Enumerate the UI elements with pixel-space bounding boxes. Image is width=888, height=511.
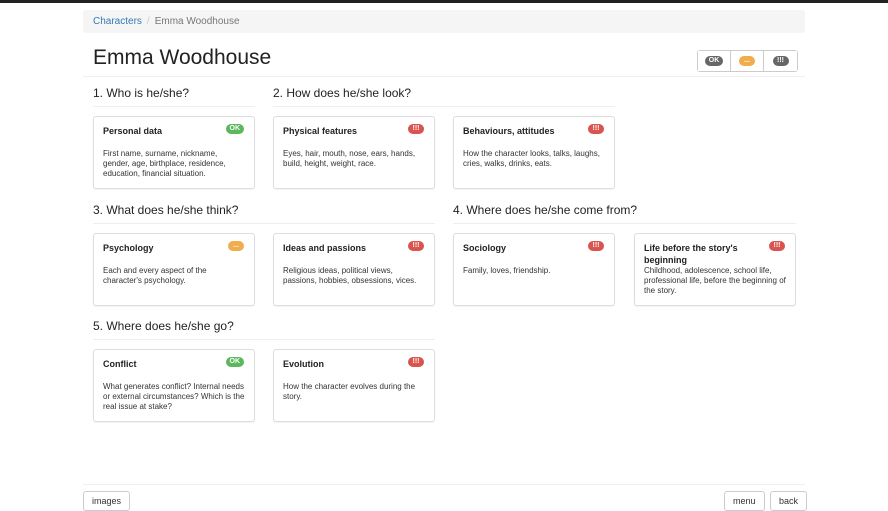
card-title: Psychology — [103, 243, 154, 253]
card-description: How the character looks, talks, laughs, … — [463, 149, 600, 168]
filter-ok-button[interactable]: OK — [698, 51, 731, 71]
filter-pending-button[interactable]: ... — [731, 51, 764, 71]
status-badge: !!! — [588, 124, 604, 134]
card-title: Conflict — [103, 359, 137, 369]
breadcrumb-separator: / — [146, 16, 150, 27]
status-filter-group: OK ... !!! — [697, 50, 798, 72]
card-title: Personal data — [103, 126, 163, 136]
status-badge: !!! — [408, 357, 424, 367]
status-badge: !!! — [408, 124, 424, 134]
character-card[interactable]: Conflict OK What generates conflict? Int… — [93, 349, 255, 422]
character-card[interactable]: Behaviours, attitudes !!! How the charac… — [453, 116, 615, 189]
card-title: Evolution — [283, 359, 324, 369]
status-badge: !!! — [408, 241, 424, 251]
card-description: Family, loves, friendship. — [463, 266, 551, 275]
top-bar — [0, 0, 888, 3]
card-description: First name, surname, nickname, gender, a… — [103, 149, 226, 178]
images-button[interactable]: images — [83, 491, 131, 511]
breadcrumb-current: Emma Woodhouse — [154, 16, 240, 27]
card-title: Physical features — [283, 126, 358, 136]
character-card[interactable]: Personal data OK First name, surname, ni… — [93, 116, 255, 189]
breadcrumb: Characters / Emma Woodhouse — [83, 10, 805, 33]
card-description: Childhood, adolescence, school life, pro… — [644, 266, 786, 295]
character-card[interactable]: Ideas and passions !!! Religious ideas, … — [273, 233, 435, 306]
character-card[interactable]: Life before the story's beginning !!! Ch… — [634, 233, 796, 306]
status-badge: ... — [228, 241, 244, 251]
section-heading: 1. Who is he/she? — [93, 86, 255, 107]
card-description: Religious ideas, political views, passio… — [283, 266, 417, 285]
section-heading: 5. Where does he/she go? — [93, 319, 435, 340]
status-badge: OK — [225, 357, 244, 367]
card-title: Sociology — [463, 243, 507, 253]
card-title: Life before the story's beginning — [644, 243, 738, 265]
character-card[interactable]: Sociology !!! Family, loves, friendship. — [453, 233, 615, 306]
title-divider — [83, 76, 805, 77]
page-title: Emma Woodhouse — [93, 46, 272, 69]
breadcrumb-characters-link[interactable]: Characters — [93, 16, 142, 27]
status-badge: !!! — [588, 241, 604, 251]
status-badge: OK — [225, 124, 244, 134]
card-title: Ideas and passions — [283, 243, 367, 253]
section-heading: 4. Where does he/she come from? — [453, 203, 796, 224]
card-description: Each and every aspect of the character's… — [103, 266, 207, 285]
section-heading: 2. How does he/she look? — [273, 86, 615, 107]
character-card[interactable]: Psychology ... Each and every aspect of … — [93, 233, 255, 306]
character-card[interactable]: Physical features !!! Eyes, hair, mouth,… — [273, 116, 435, 189]
filter-todo-button[interactable]: !!! — [764, 51, 797, 71]
character-card[interactable]: Evolution !!! How the character evolves … — [273, 349, 435, 422]
card-description: How the character evolves during the sto… — [283, 382, 416, 401]
menu-button[interactable]: menu — [724, 491, 765, 511]
section-heading: 3. What does he/she think? — [93, 203, 435, 224]
back-button[interactable]: back — [770, 491, 808, 511]
card-title: Behaviours, attitudes — [463, 126, 555, 136]
card-description: What generates conflict? Internal needs … — [103, 382, 245, 411]
status-badge: !!! — [769, 241, 785, 251]
footer-divider — [83, 484, 805, 485]
card-description: Eyes, hair, mouth, nose, ears, hands, bu… — [283, 149, 416, 168]
